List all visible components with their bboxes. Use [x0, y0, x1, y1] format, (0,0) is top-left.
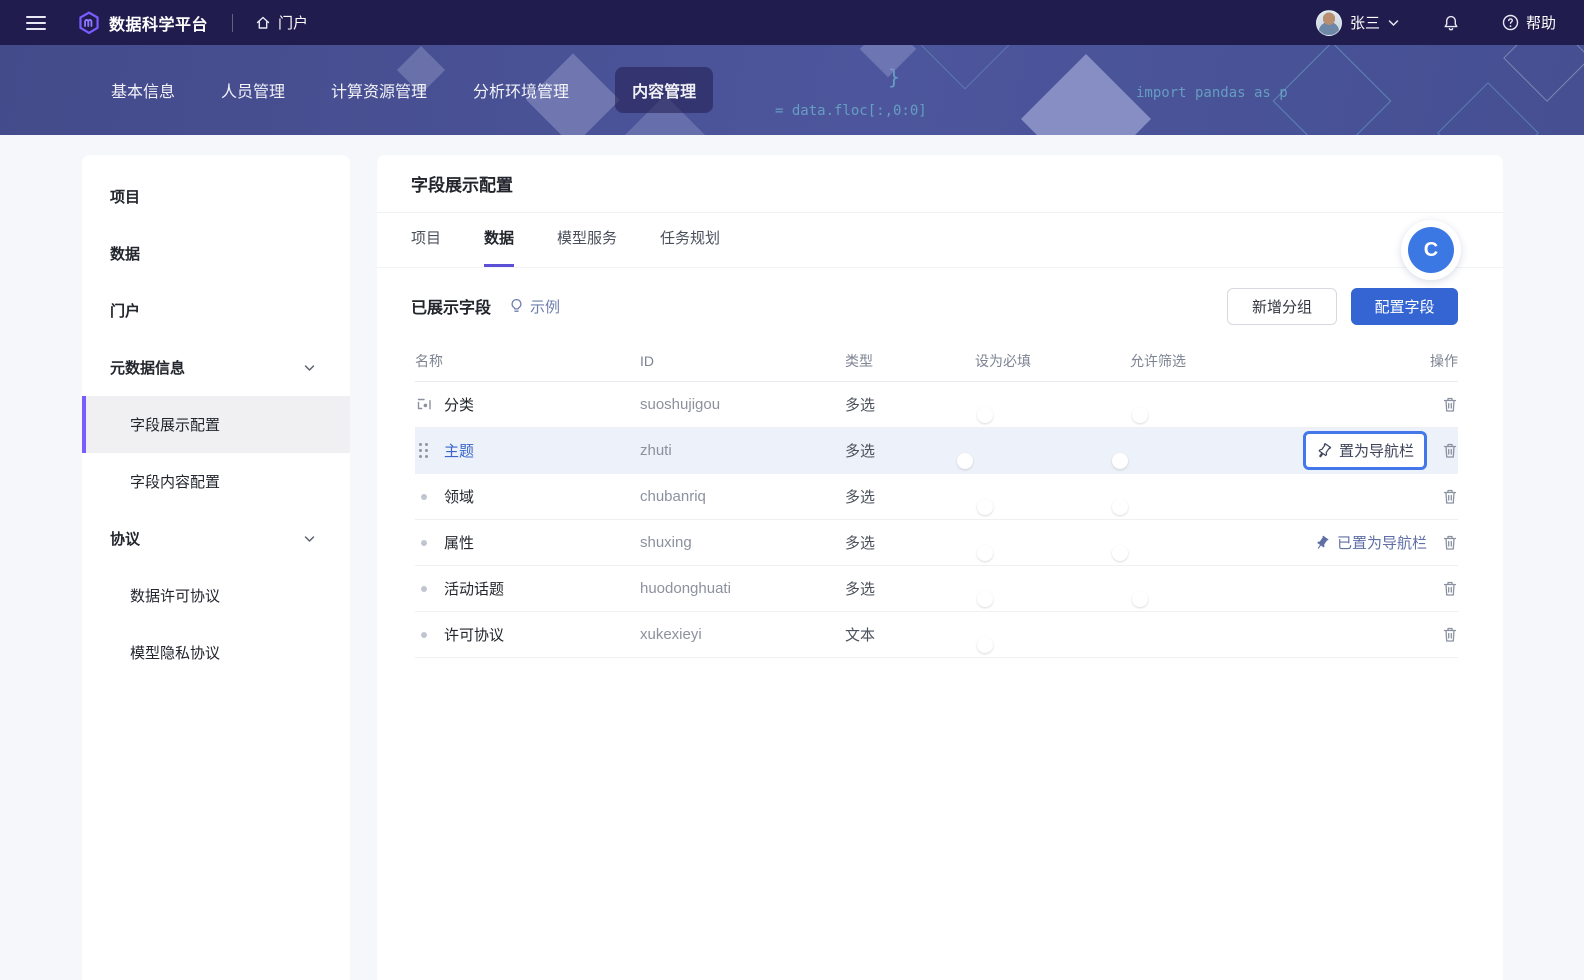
col-header-required: 设为必填 [975, 352, 1031, 369]
coachmark-badge: C [1401, 220, 1461, 280]
field-type: 多选 [845, 443, 876, 460]
delete-icon[interactable] [1442, 442, 1458, 459]
field-id: chubanriq [640, 488, 706, 505]
sidebar-item[interactable]: 项目 [82, 168, 350, 225]
field-name: 许可协议 [444, 627, 505, 644]
delete-icon[interactable] [1442, 534, 1458, 551]
portal-label: 门户 [278, 15, 309, 32]
user-name: 张三 [1349, 15, 1380, 32]
table-row: 领域 chubanriq 多选 [415, 474, 1458, 520]
question-circle-icon [1502, 14, 1519, 31]
module-nav-tab[interactable]: 人员管理 [221, 67, 285, 113]
sidebar-item[interactable]: 字段展示配置 [82, 396, 350, 453]
help-button[interactable]: 帮助 [1502, 12, 1556, 33]
content-tab[interactable]: 模型服务 [557, 227, 617, 267]
table-row: 主题 zhuti 多选 置为导航栏 [415, 428, 1458, 474]
configure-fields-button[interactable]: 配置字段 [1351, 287, 1458, 325]
sidebar-item[interactable]: 门户 [82, 282, 350, 339]
chevron-down-icon [303, 533, 316, 545]
sidebar-item[interactable]: 元数据信息 [82, 339, 350, 396]
section-title: 已展示字段 [411, 300, 492, 317]
field-name: 活动话题 [444, 581, 505, 598]
notifications-button[interactable] [1442, 14, 1460, 32]
field-id: shuxing [640, 534, 692, 551]
sidebar-item[interactable]: 数据许可协议 [82, 567, 350, 624]
col-header-action: 操作 [1430, 352, 1458, 369]
col-header-name: 名称 [415, 352, 443, 369]
module-nav-tab[interactable]: 分析环境管理 [473, 67, 569, 113]
bullet-icon [415, 585, 433, 592]
bullet-icon [415, 631, 433, 638]
field-id: xukexieyi [640, 626, 702, 643]
top-app-bar: 数据科学平台 门户 张三 帮助 [0, 0, 1584, 45]
chevron-down-icon [303, 362, 316, 374]
home-icon [255, 15, 271, 31]
avatar [1315, 9, 1342, 36]
chevron-down-icon [1388, 18, 1399, 28]
divider [232, 13, 234, 32]
logo-icon [78, 11, 100, 35]
field-type: 文本 [845, 627, 876, 644]
table-row: 分类 suoshujigou 多选 [415, 382, 1458, 428]
table-header: 名称 ID 类型 设为必填 允许筛选 操作 [415, 340, 1458, 382]
table-row: 许可协议 xukexieyi 文本 [415, 612, 1458, 658]
lightbulb-icon [509, 298, 524, 314]
product-name: 数据科学平台 [109, 16, 209, 34]
pinned-nav-status[interactable]: 已置为导航栏 [1314, 532, 1427, 553]
field-type: 多选 [845, 489, 876, 506]
brand: 数据科学平台 [78, 11, 208, 35]
drag-handle-icon[interactable] [415, 442, 433, 459]
help-label: 帮助 [1525, 15, 1556, 32]
example-label: 示例 [530, 298, 561, 316]
module-nav-tab[interactable]: 计算资源管理 [331, 67, 427, 113]
field-name: 分类 [444, 397, 475, 414]
bullet-icon [415, 493, 433, 500]
add-group-button[interactable]: 新增分组 [1227, 287, 1337, 325]
module-nav-tab[interactable]: 内容管理 [615, 67, 714, 113]
col-header-type: 类型 [845, 352, 873, 369]
content-tabs: 项目 数据 模型服务 任务规划 [377, 213, 1503, 268]
field-id: huodonghuati [640, 580, 731, 597]
col-header-filterable: 允许筛选 [1130, 352, 1186, 369]
bell-icon [1442, 14, 1460, 32]
table-row: 属性 shuxing 多选 已置为导航栏 [415, 520, 1458, 566]
coachmark-letter: C [1408, 227, 1454, 273]
field-type: 多选 [845, 397, 876, 414]
field-id: suoshujigou [640, 396, 721, 413]
field-type: 多选 [845, 581, 876, 598]
set-as-nav-button[interactable]: 置为导航栏 [1302, 431, 1427, 470]
sidebar: 项目 数据 门户 元数据信息 字段展示配置 字段内容配置 协议 数据许可协议 模… [82, 155, 350, 980]
sidebar-item[interactable]: 数据 [82, 225, 350, 282]
page-title: 字段展示配置 [411, 176, 513, 195]
field-name: 领域 [444, 489, 475, 506]
fields-table: 名称 ID 类型 设为必填 允许筛选 操作 分类 suoshujigou 多选 [377, 340, 1503, 658]
field-name: 主题 [444, 443, 475, 460]
main-content: 字段展示配置 项目 数据 模型服务 任务规划 已展示字段 示例 新增分组 配置字段 C… [377, 155, 1503, 980]
content-tab[interactable]: 任务规划 [660, 227, 720, 267]
field-type: 多选 [845, 535, 876, 552]
topbar-portal-link[interactable]: 门户 [255, 12, 308, 33]
hamburger-menu-icon[interactable] [26, 15, 46, 30]
field-name: 属性 [444, 535, 475, 552]
user-menu[interactable]: 张三 [1315, 9, 1399, 36]
content-tab[interactable]: 项目 [411, 227, 441, 267]
category-icon [415, 396, 433, 413]
module-nav-tabs: 基本信息 人员管理 计算资源管理 分析环境管理 内容管理 [111, 45, 714, 135]
module-nav-banner: import pandas as p = data.floc[:,0:0] .f… [0, 45, 1584, 135]
sidebar-item[interactable]: 模型隐私协议 [82, 624, 350, 681]
example-link[interactable]: 示例 [509, 296, 560, 317]
sidebar-item[interactable]: 协议 [82, 510, 350, 567]
module-nav-tab[interactable]: 基本信息 [111, 67, 175, 113]
delete-icon[interactable] [1442, 626, 1458, 643]
field-id: zhuti [640, 442, 672, 459]
delete-icon[interactable] [1442, 488, 1458, 505]
delete-icon[interactable] [1442, 580, 1458, 597]
col-header-id: ID [640, 352, 654, 369]
sidebar-item[interactable]: 字段内容配置 [82, 453, 350, 510]
bullet-icon [415, 539, 433, 546]
delete-icon[interactable] [1442, 396, 1458, 413]
content-tab[interactable]: 数据 [484, 227, 515, 267]
table-row: 活动话题 huodonghuati 多选 [415, 566, 1458, 612]
